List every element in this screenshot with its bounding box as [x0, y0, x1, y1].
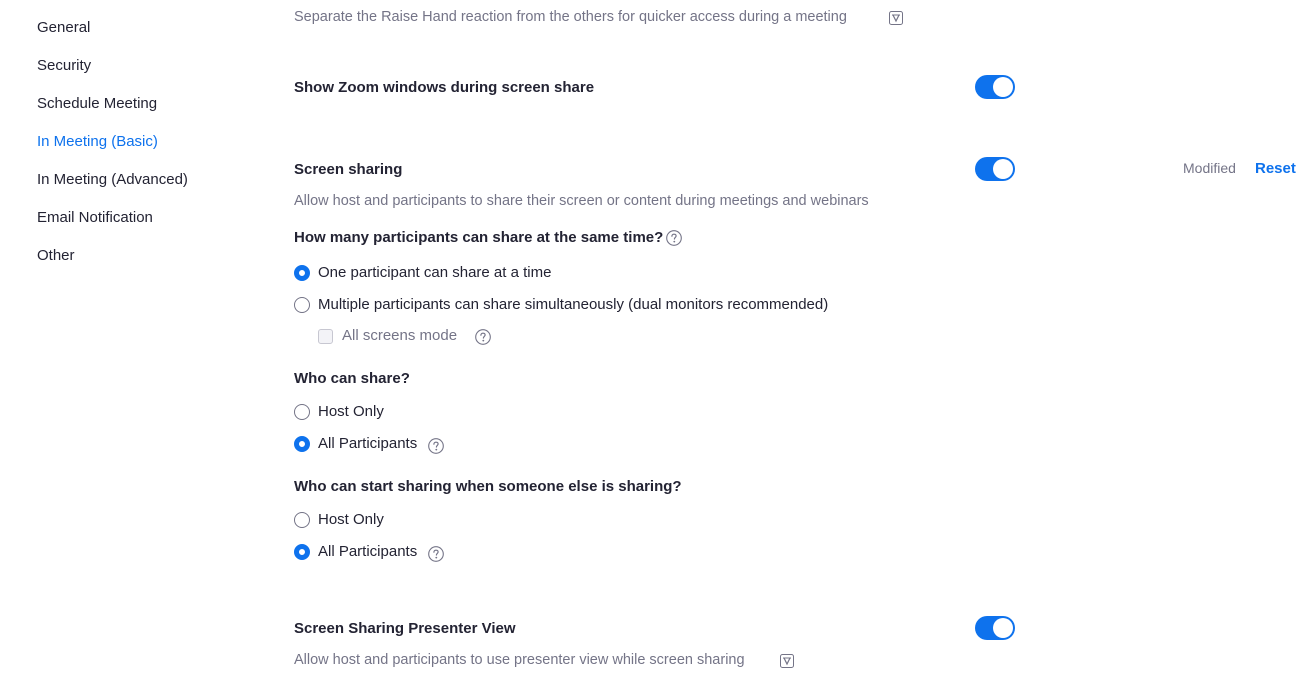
one-participant-radio[interactable] — [294, 265, 310, 281]
share-count-question: How many participants can share at the s… — [294, 229, 664, 246]
raise-hand-description: Separate the Raise Hand reaction from th… — [294, 9, 847, 25]
presenter-view-description: Allow host and participants to use prese… — [294, 652, 745, 668]
locked-setting-icon — [780, 654, 794, 668]
start-all-participants-label[interactable]: All Participants — [318, 543, 417, 560]
multiple-participants-label[interactable]: Multiple participants can share simultan… — [318, 296, 828, 313]
share-all-participants-label[interactable]: All Participants — [318, 435, 417, 452]
show-zoom-windows-title: Show Zoom windows during screen share — [294, 79, 595, 96]
modified-label: Modified — [1183, 160, 1236, 176]
reset-button[interactable]: Reset — [1255, 160, 1296, 177]
toggle-knob — [993, 77, 1013, 97]
all-screens-mode-checkbox[interactable] — [318, 329, 333, 344]
help-icon[interactable] — [428, 438, 444, 454]
share-host-only-label[interactable]: Host Only — [318, 403, 384, 420]
settings-content: Separate the Raise Hand reaction from th… — [0, 0, 1314, 683]
start-host-only-label[interactable]: Host Only — [318, 511, 384, 528]
show-zoom-windows-toggle[interactable] — [975, 75, 1015, 99]
screen-sharing-title: Screen sharing — [294, 161, 403, 178]
presenter-view-toggle[interactable] — [975, 616, 1015, 640]
screen-sharing-toggle[interactable] — [975, 157, 1015, 181]
start-all-participants-radio[interactable] — [294, 544, 310, 560]
who-can-start-sharing-question: Who can start sharing when someone else … — [294, 478, 682, 495]
help-icon[interactable] — [666, 230, 682, 246]
multiple-participants-radio[interactable] — [294, 297, 310, 313]
presenter-view-title: Screen Sharing Presenter View — [294, 620, 516, 637]
who-can-share-question: Who can share? — [294, 370, 410, 387]
share-all-participants-radio[interactable] — [294, 436, 310, 452]
locked-setting-icon — [889, 11, 903, 25]
screen-sharing-description: Allow host and participants to share the… — [294, 193, 869, 209]
start-host-only-radio[interactable] — [294, 512, 310, 528]
help-icon[interactable] — [428, 546, 444, 562]
share-host-only-radio[interactable] — [294, 404, 310, 420]
one-participant-label[interactable]: One participant can share at a time — [318, 264, 551, 281]
toggle-knob — [993, 159, 1013, 179]
toggle-knob — [993, 618, 1013, 638]
help-icon[interactable] — [475, 329, 491, 345]
all-screens-mode-label: All screens mode — [342, 327, 458, 344]
